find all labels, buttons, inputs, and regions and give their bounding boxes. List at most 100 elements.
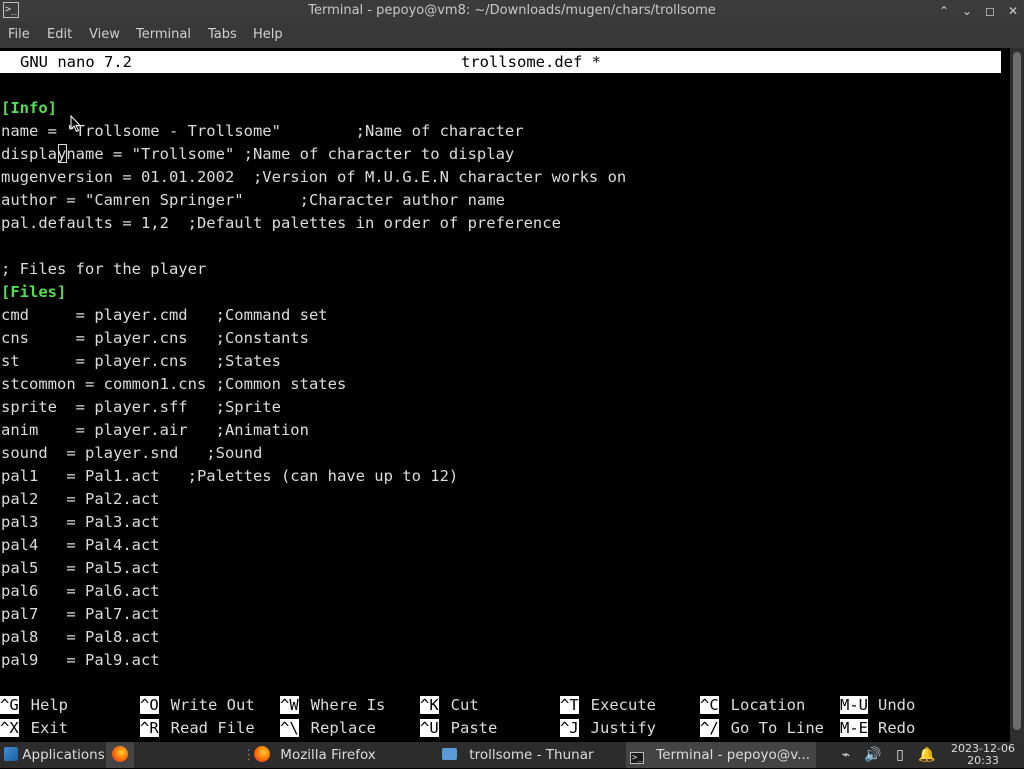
shortcut-write-out[interactable]: ^O Write Out [140,694,255,717]
firefox-launcher[interactable] [106,742,134,768]
shortcut-replace[interactable]: ^\ Replace [280,717,376,740]
line-text: anim = player.air ;Animation [1,421,309,439]
notification-bell-icon[interactable]: 🔔 [918,747,935,763]
editor-line[interactable]: [Info] [1,97,57,120]
shortcut-key: ^J [560,719,579,737]
line-text: pal5 = Pal5.act [1,559,160,577]
shortcut-key: ^/ [700,719,719,737]
shortcut-label: Location [730,696,806,714]
scrollbar-thumb[interactable] [1013,52,1021,730]
mouse-pointer-icon [70,115,82,133]
shortcut-key: ^G [0,696,19,714]
line-text: sprite = player.sff ;Sprite [1,398,281,416]
shortcut-justify[interactable]: ^J Justify [560,717,656,740]
editor-line[interactable]: cns = player.cns ;Constants [1,327,309,350]
shortcut-label: Justify [590,719,656,737]
editor-line[interactable]: pal7 = Pal7.act [1,603,160,626]
shortcut-label: Go To Line [730,719,824,737]
taskbar: Applications ⋮ Mozilla Firefox trollsome… [0,742,1024,768]
shortcut-key: ^T [560,696,579,714]
shortcut-key: ^C [700,696,719,714]
editor-line[interactable]: sprite = player.sff ;Sprite [1,396,281,419]
menu-terminal[interactable]: Terminal [136,22,191,48]
shortcut-label: Undo [878,696,916,714]
editor-line[interactable]: pal2 = Pal2.act [1,488,160,511]
volume-icon[interactable]: 🔊 [864,747,881,763]
editor-line[interactable]: cmd = player.cmd ;Command set [1,304,328,327]
line-text: mugenversion = 01.01.2002 ;Version of M.… [1,168,627,186]
shortcut-cut[interactable]: ^K Cut [420,694,479,717]
applications-menu-button[interactable]: Applications [0,742,108,768]
menu-file[interactable]: File [8,22,30,48]
restore-button[interactable]: ⌄ [956,0,978,22]
editor-line[interactable]: displayname = "Trollsome" ;Name of chara… [1,143,514,166]
shortcut-go-to-line[interactable]: ^/ Go To Line [700,717,824,740]
task-terminal[interactable]: >_ Terminal - pepoyo@v... [626,742,816,768]
editor-line[interactable]: pal4 = Pal4.act [1,534,160,557]
task-firefox[interactable]: Mozilla Firefox [250,742,436,768]
editor-line[interactable]: stcommon = common1.cns ;Common states [1,373,346,396]
menu-edit[interactable]: Edit [47,22,72,48]
editor-line[interactable]: pal8 = Pal8.act [1,626,160,649]
terminal-icon: >_ [630,752,644,764]
network-icon[interactable]: ⌁ [838,747,854,763]
editor-line[interactable]: pal1 = Pal1.act ;Palettes (can have up t… [1,465,458,488]
line-text: pal8 = Pal8.act [1,628,160,646]
menu-help[interactable]: Help [253,22,283,48]
nano-header: GNU nano 7.2 trollsome.def * [0,51,1001,73]
editor-line[interactable]: [Files] [1,281,66,304]
shortcut-redo[interactable]: M-E Redo [840,717,915,740]
shortcut-read-file[interactable]: ^R Read File [140,717,255,740]
clock-time: 20:33 [967,754,999,767]
line-text: pal4 = Pal4.act [1,536,160,554]
shortcut-key: ^O [140,696,159,714]
section-header: [Info] [1,99,57,117]
editor-line[interactable]: pal5 = Pal5.act [1,557,160,580]
editor-line[interactable]: anim = player.air ;Animation [1,419,309,442]
shortcut-key: ^W [280,696,299,714]
editor-line[interactable]: pal3 = Pal3.act [1,511,160,534]
terminal-scrollbar[interactable] [1010,48,1024,742]
task-label: Terminal - pepoyo@v... [656,747,811,763]
shortcut-key: ^U [420,719,439,737]
line-text: pal2 = Pal2.act [1,490,160,508]
shortcut-exit[interactable]: ^X Exit [0,717,68,740]
nano-filename: trollsome.def * [461,53,601,71]
shortcut-key: ^X [0,719,19,737]
line-text: pal1 = Pal1.act ;Palettes (can have up t… [1,467,459,485]
line-text: cmd = player.cmd ;Command set [1,306,328,324]
editor-line[interactable]: pal6 = Pal6.act [1,580,160,603]
close-button[interactable]: ✕ [1002,0,1024,22]
menu-view[interactable]: View [89,22,120,48]
window-title: Terminal - pepoyo@vm8: ~/Downloads/mugen… [308,3,716,18]
line-text: ; Files for the player [1,260,207,278]
battery-icon[interactable]: ▯ [892,747,908,763]
line-text: pal7 = Pal7.act [1,605,160,623]
editor-line[interactable]: author = "Camren Springer" ;Character au… [1,189,505,212]
maximize-button[interactable]: ◻ [979,0,1001,22]
shortcut-help[interactable]: ^G Help [0,694,68,717]
editor-line[interactable]: pal.defaults = 1,2 ;Default palettes in … [1,212,561,235]
task-thunar[interactable]: trollsome - Thunar [438,742,624,768]
window-titlebar[interactable]: >_ Terminal - pepoyo@vm8: ~/Downloads/mu… [0,0,1024,22]
editor-line[interactable]: mugenversion = 01.01.2002 ;Version of M.… [1,166,626,189]
shortcut-where-is[interactable]: ^W Where Is [280,694,385,717]
line-text: name = "Trollsome" ;Name of character to… [66,145,515,163]
shortcut-label: Execute [590,696,656,714]
clock[interactable]: 2023-12-06 20:33 [944,742,1022,769]
shortcut-key: M-E [840,719,868,737]
shortcut-paste[interactable]: ^U Paste [420,717,497,740]
terminal-area[interactable]: GNU nano 7.2 trollsome.def * [Info] name … [0,48,1010,742]
editor-line[interactable]: sound = player.snd ;Sound [1,442,262,465]
editor-line[interactable]: ; Files for the player [1,258,206,281]
editor-line[interactable]: pal9 = Pal9.act [1,649,160,672]
line-text: stcommon = common1.cns ;Common states [1,375,347,393]
minimize-button[interactable]: ⌃ [933,0,955,22]
editor-line[interactable]: st = player.cns ;States [1,350,281,373]
shortcut-label: Read File [170,719,255,737]
applications-label: Applications [22,747,105,763]
shortcut-undo[interactable]: M-U Undo [840,694,915,717]
menu-tabs[interactable]: Tabs [208,22,237,48]
shortcut-location[interactable]: ^C Location [700,694,805,717]
shortcut-execute[interactable]: ^T Execute [560,694,656,717]
